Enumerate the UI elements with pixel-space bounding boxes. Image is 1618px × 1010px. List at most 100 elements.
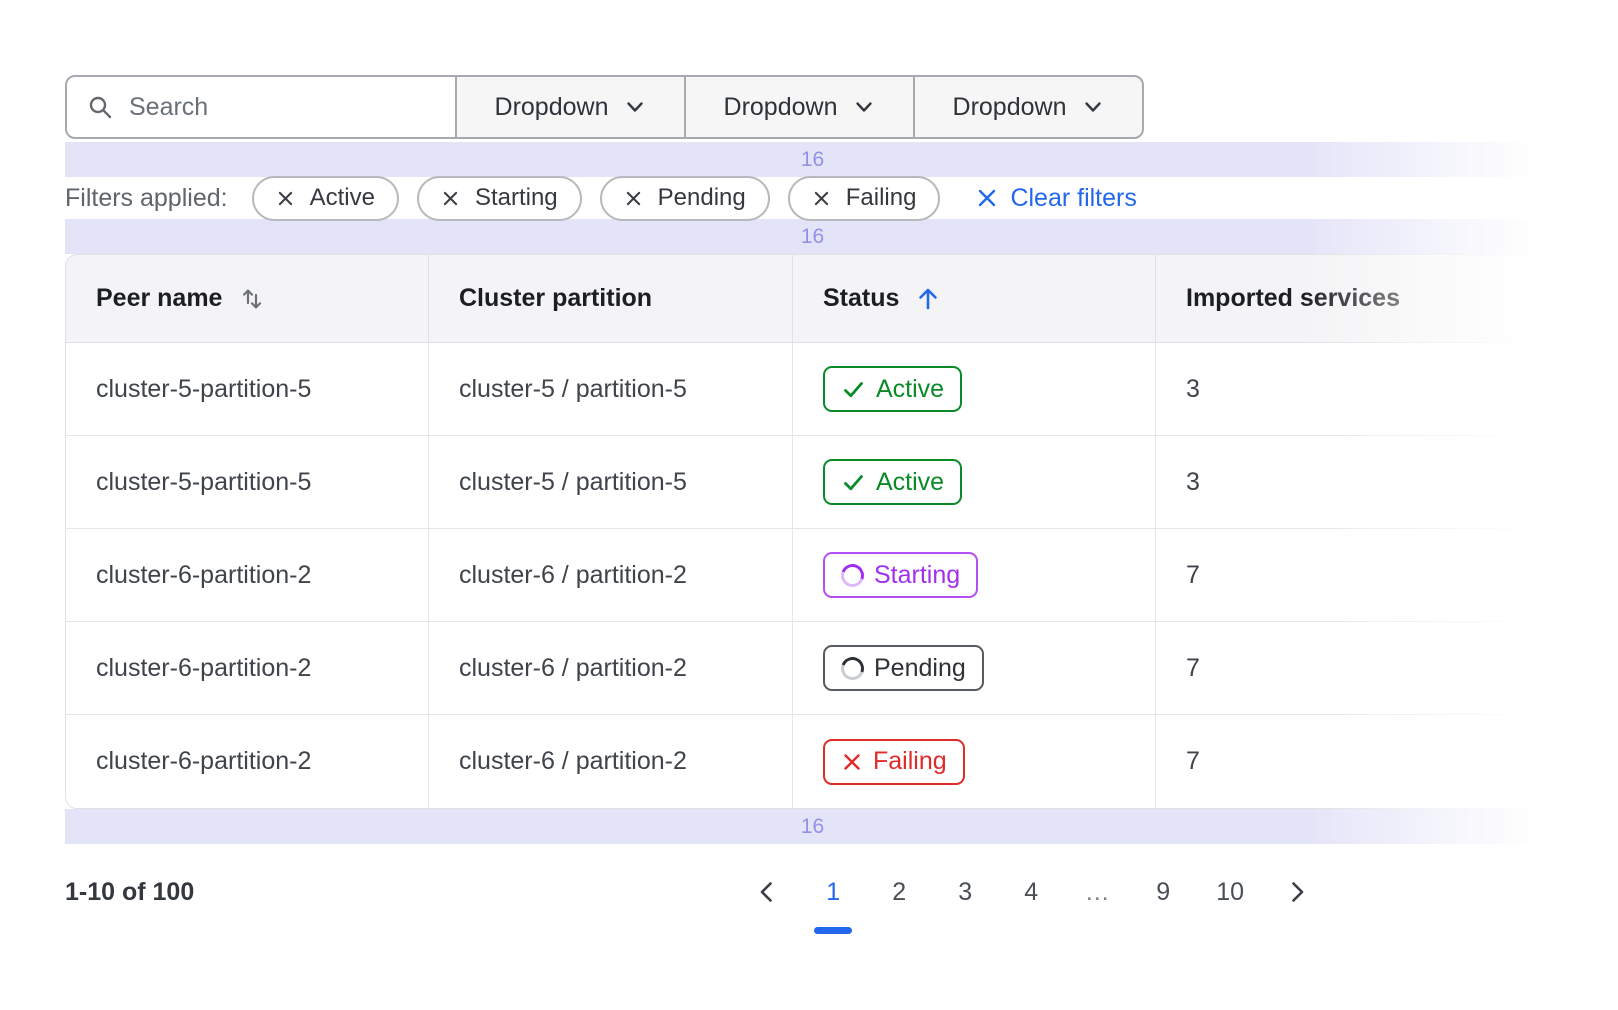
cell-status: Failing bbox=[793, 715, 1156, 808]
chip-dismiss-x-icon[interactable] bbox=[276, 189, 295, 208]
cell-status: Starting bbox=[793, 529, 1156, 621]
column-header-label: Status bbox=[823, 284, 899, 313]
cell-peer-name: cluster-6-partition-2 bbox=[66, 715, 429, 808]
status-badge-label: Active bbox=[876, 468, 944, 497]
status-badge-active: Active bbox=[823, 366, 962, 412]
column-header-label: Peer name bbox=[96, 284, 222, 313]
status-badge-label: Active bbox=[876, 375, 944, 404]
pagination: 1234 … 9 10 bbox=[754, 872, 1310, 912]
search-placeholder: Search bbox=[129, 93, 208, 122]
sort-updown-icon bbox=[238, 285, 266, 313]
cell-peer-name: cluster-6-partition-2 bbox=[66, 622, 429, 714]
pagination-page-2[interactable]: 2 bbox=[886, 872, 912, 912]
chevron-down-icon bbox=[1082, 96, 1104, 118]
status-badge-pending: Pending bbox=[823, 645, 984, 691]
cell-cluster-partition: cluster-6 / partition-2 bbox=[429, 622, 793, 714]
pagination-page-3[interactable]: 3 bbox=[952, 872, 978, 912]
cell-imported-services: 7 bbox=[1156, 622, 1559, 714]
filters-applied-label: Filters applied: bbox=[65, 184, 228, 213]
pagination-page-1[interactable]: 1 bbox=[820, 872, 846, 912]
column-header-imported-services: Imported services bbox=[1156, 255, 1559, 342]
cell-imported-services: 3 bbox=[1156, 436, 1559, 528]
pagination-page-10[interactable]: 10 bbox=[1216, 872, 1244, 912]
cell-imported-services: 7 bbox=[1156, 529, 1559, 621]
table-row: cluster-6-partition-2 cluster-6 / partit… bbox=[66, 622, 1559, 715]
status-badge-failing: Failing bbox=[823, 739, 965, 785]
cell-cluster-partition: cluster-6 / partition-2 bbox=[429, 529, 793, 621]
spinner-icon bbox=[837, 653, 868, 684]
filter-chip-failing[interactable]: Failing bbox=[788, 176, 941, 221]
chip-label: Failing bbox=[846, 184, 917, 212]
status-badge-label: Failing bbox=[873, 747, 947, 776]
spacing-annotation-label: 16 bbox=[801, 225, 824, 249]
cell-peer-name: cluster-6-partition-2 bbox=[66, 529, 429, 621]
table-row: cluster-6-partition-2 cluster-6 / partit… bbox=[66, 715, 1559, 808]
dropdown-label: Dropdown bbox=[495, 93, 609, 122]
clear-filters-x-icon bbox=[976, 187, 998, 209]
filter-toolbar: Search Dropdown Dropdown Dropdown bbox=[65, 75, 1145, 139]
pagination-ellipsis: … bbox=[1084, 872, 1110, 912]
check-icon bbox=[841, 377, 866, 402]
chip-dismiss-x-icon[interactable] bbox=[441, 189, 460, 208]
cell-status: Active bbox=[793, 343, 1156, 435]
column-header-peer-name[interactable]: Peer name bbox=[66, 255, 429, 342]
clear-filters-label: Clear filters bbox=[1010, 184, 1136, 213]
filter-chip-pending[interactable]: Pending bbox=[600, 176, 770, 221]
pagination-page-4[interactable]: 4 bbox=[1018, 872, 1044, 912]
chip-dismiss-x-icon[interactable] bbox=[624, 189, 643, 208]
spacing-annotation-bar: 16 bbox=[65, 219, 1560, 254]
cell-cluster-partition: cluster-5 / partition-5 bbox=[429, 343, 793, 435]
chevron-down-icon bbox=[624, 96, 646, 118]
dropdown-label: Dropdown bbox=[953, 93, 1067, 122]
pagination-page-9[interactable]: 9 bbox=[1150, 872, 1176, 912]
status-badge-starting: Starting bbox=[823, 552, 978, 598]
filter-chip-list: Active Starting Pending Failing bbox=[252, 176, 941, 221]
cell-cluster-partition: cluster-6 / partition-2 bbox=[429, 715, 793, 808]
status-badge-active: Active bbox=[823, 459, 962, 505]
spacing-annotation-bar: 16 bbox=[65, 142, 1560, 177]
table-header-row: Peer name Cluster partition Status Imported… bbox=[66, 255, 1559, 343]
dropdown-group: Dropdown Dropdown Dropdown bbox=[457, 75, 1144, 139]
table-footer: 1-10 of 100 1234 … 9 10 bbox=[65, 860, 1560, 924]
clear-filters-button[interactable]: Clear filters bbox=[976, 184, 1136, 213]
applied-filters-bar: Filters applied: Active Starting Pending… bbox=[65, 177, 1560, 219]
spacing-annotation-label: 16 bbox=[801, 815, 824, 839]
column-header-cluster-partition: Cluster partition bbox=[429, 255, 793, 342]
spacing-annotation-label: 16 bbox=[801, 148, 824, 172]
filter-chip-active[interactable]: Active bbox=[252, 176, 399, 221]
cell-status: Pending bbox=[793, 622, 1156, 714]
cell-status: Active bbox=[793, 436, 1156, 528]
dropdown-button-1[interactable]: Dropdown bbox=[455, 75, 686, 139]
search-icon bbox=[87, 94, 114, 121]
table-row: cluster-5-partition-5 cluster-5 / partit… bbox=[66, 343, 1559, 436]
chevron-right-icon bbox=[1284, 879, 1310, 905]
table-body: cluster-5-partition-5 cluster-5 / partit… bbox=[66, 343, 1559, 808]
status-badge-label: Starting bbox=[874, 561, 960, 590]
sort-ascending-arrow-icon bbox=[915, 286, 941, 312]
chip-label: Starting bbox=[475, 184, 558, 212]
dropdown-label: Dropdown bbox=[724, 93, 838, 122]
filter-chip-starting[interactable]: Starting bbox=[417, 176, 582, 221]
x-icon bbox=[841, 751, 863, 773]
column-header-label: Cluster partition bbox=[459, 284, 652, 313]
chevron-down-icon bbox=[853, 96, 875, 118]
cell-peer-name: cluster-5-partition-5 bbox=[66, 343, 429, 435]
table-row: cluster-6-partition-2 cluster-6 / partit… bbox=[66, 529, 1559, 622]
peers-list-page: Search Dropdown Dropdown Dropdown 16 Fil… bbox=[65, 75, 1560, 924]
chevron-left-icon bbox=[754, 879, 780, 905]
dropdown-button-3[interactable]: Dropdown bbox=[913, 75, 1144, 139]
search-input[interactable]: Search bbox=[65, 75, 457, 139]
column-header-status[interactable]: Status bbox=[793, 255, 1156, 342]
cell-cluster-partition: cluster-5 / partition-5 bbox=[429, 436, 793, 528]
chip-label: Active bbox=[310, 184, 375, 212]
cell-peer-name: cluster-5-partition-5 bbox=[66, 436, 429, 528]
pagination-prev-button[interactable] bbox=[754, 879, 780, 905]
chip-dismiss-x-icon[interactable] bbox=[812, 189, 831, 208]
chip-label: Pending bbox=[658, 184, 746, 212]
dropdown-button-2[interactable]: Dropdown bbox=[684, 75, 915, 139]
pagination-next-button[interactable] bbox=[1284, 879, 1310, 905]
column-header-label: Imported services bbox=[1186, 284, 1400, 313]
results-range-summary: 1-10 of 100 bbox=[65, 878, 194, 907]
cell-imported-services: 7 bbox=[1156, 715, 1559, 808]
table-row: cluster-5-partition-5 cluster-5 / partit… bbox=[66, 436, 1559, 529]
